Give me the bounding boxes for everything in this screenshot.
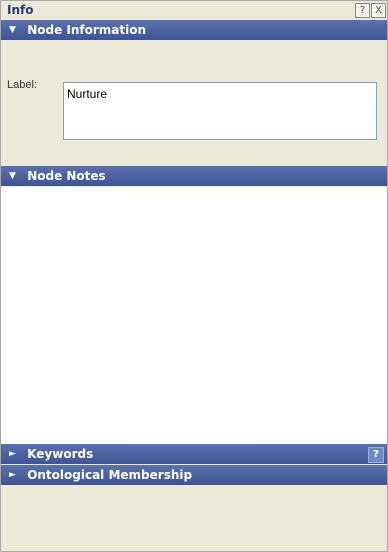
collapsed-arrow-icon: ► (9, 449, 16, 459)
section-title: Node Notes (27, 169, 106, 183)
section-title: Ontological Membership (27, 468, 193, 482)
node-notes-header[interactable]: ▼ Node Notes (1, 166, 387, 186)
panel-title: Info (7, 3, 34, 17)
expanded-arrow-icon: ▼ (9, 25, 16, 35)
node-information-body: Label: Nurture (1, 61, 387, 165)
panel-titlebar: Info ? X (1, 1, 387, 20)
collapsed-arrow-icon: ► (9, 470, 16, 480)
node-notes-textarea[interactable] (1, 187, 387, 445)
keywords-header[interactable]: ► Keywords ? (1, 444, 387, 464)
panel-empty-area (1, 485, 387, 551)
section-title: Node Information (27, 23, 147, 37)
label-field[interactable]: Nurture (63, 82, 377, 140)
label-caption: Label: (7, 79, 37, 91)
info-panel: Info ? X ▼ Node Information Label: Nurtu… (0, 0, 388, 552)
ontological-membership-header[interactable]: ► Ontological Membership (1, 465, 387, 485)
help-icon[interactable]: ? (368, 447, 384, 463)
expanded-arrow-icon: ▼ (9, 171, 16, 181)
close-icon[interactable]: X (371, 3, 386, 18)
help-icon[interactable]: ? (355, 3, 370, 18)
node-information-header[interactable]: ▼ Node Information (1, 20, 387, 40)
section-title: Keywords (27, 447, 94, 461)
